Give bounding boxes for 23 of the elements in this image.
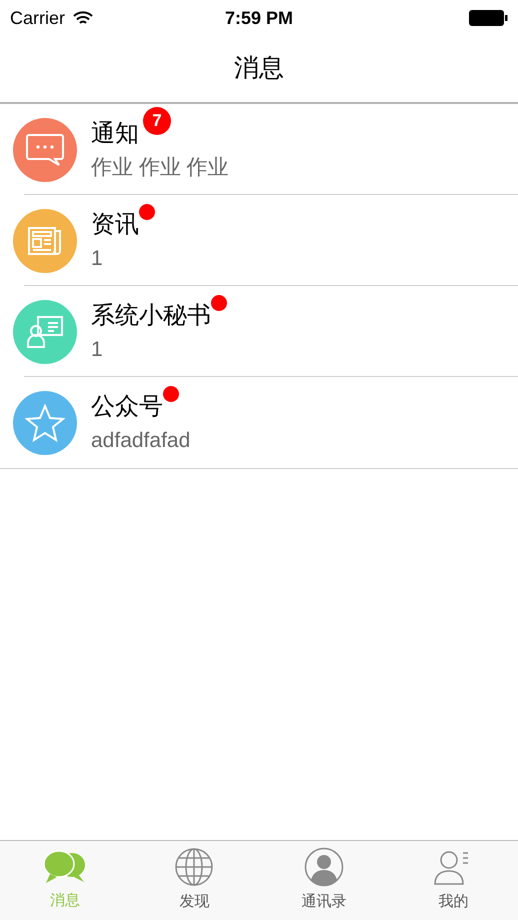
row-title: 通知 — [91, 118, 139, 148]
row-title: 系统小秘书 — [91, 300, 211, 330]
row-subtitle: adfadfafad — [91, 428, 190, 454]
battery-icon — [468, 9, 508, 27]
newspaper-icon — [27, 224, 63, 256]
tab-item[interactable]: 通讯录 — [259, 841, 388, 920]
row-subtitle: 1 — [91, 246, 104, 272]
row-title: 公众号 — [91, 392, 163, 422]
teacher-icon — [26, 314, 64, 348]
row-title: 资讯 — [91, 210, 139, 240]
wifi-icon — [73, 10, 94, 26]
row-subtitle: 1 — [91, 336, 104, 362]
tab-item[interactable]: 发现 — [130, 841, 259, 920]
status-time: 7:59 PM — [224, 6, 294, 30]
globe-icon — [174, 847, 214, 888]
unread-count: 7 — [143, 106, 171, 134]
star-icon — [25, 404, 65, 442]
person-icon — [304, 847, 344, 888]
speech-bubble-icon — [25, 132, 65, 166]
nav-title: 消息 — [234, 53, 284, 84]
tab-item[interactable]: 我的 — [388, 841, 518, 920]
carrier-name: Carrier — [10, 6, 66, 30]
row-subtitle: 作业 作业 作业 — [91, 154, 229, 180]
